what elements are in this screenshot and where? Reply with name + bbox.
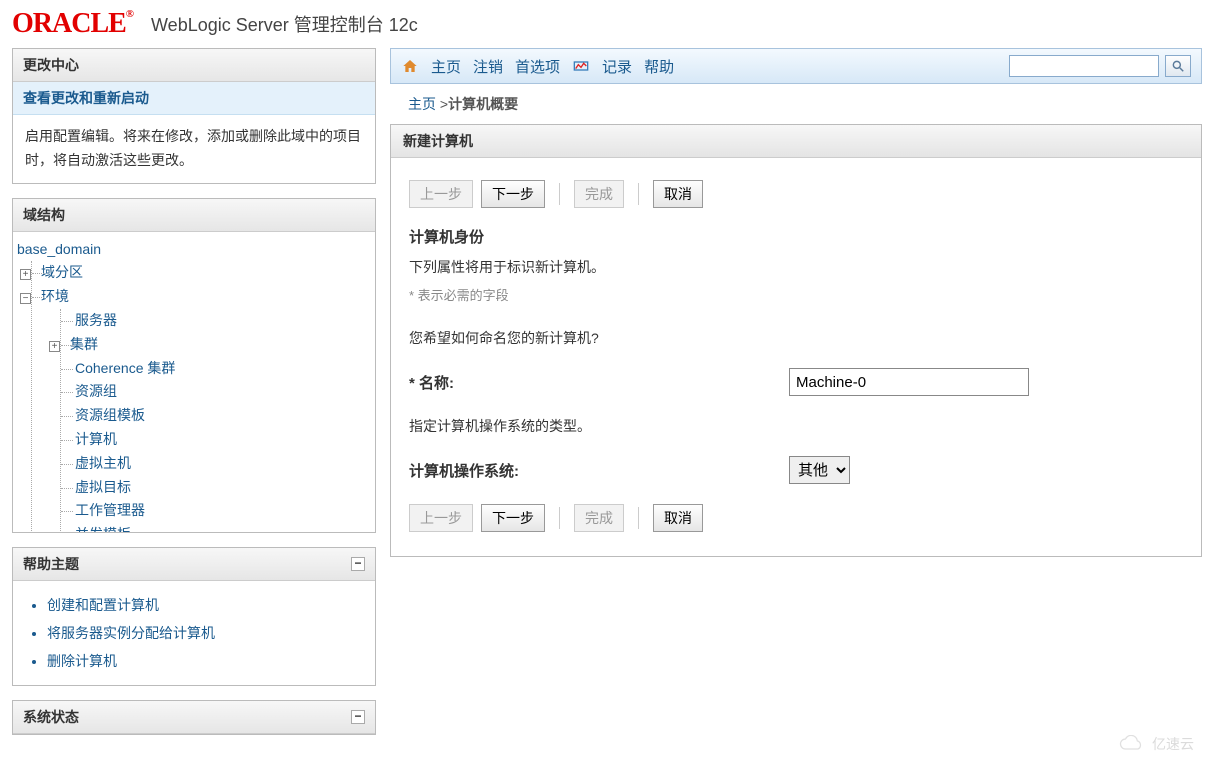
label-name: * 名称: xyxy=(409,372,789,393)
section-title: 计算机身份 xyxy=(409,226,1183,247)
back-button-bottom: 上一步 xyxy=(409,504,473,532)
change-center-desc: 启用配置编辑。将来在修改，添加或删除此域中的项目时，将自动激活这些更改。 xyxy=(13,115,375,183)
help-link[interactable]: 将服务器实例分配给计算机 xyxy=(47,619,363,647)
help-link[interactable]: 创建和配置计算机 xyxy=(47,591,363,619)
content-panel: 新建计算机 上一步 下一步 完成 取消 计算机身份 下列属性将用于标识新计算机。… xyxy=(390,124,1202,557)
help-topics-title: 帮助主题 xyxy=(23,554,79,574)
question-name: 您希望如何命名您的新计算机? xyxy=(409,328,1183,348)
oracle-logo: ORACLE® xyxy=(12,8,133,40)
expand-icon[interactable]: + xyxy=(49,341,60,352)
logout-link[interactable]: 注销 xyxy=(473,56,503,77)
domain-tree-scroll[interactable]: base_domain +域分区 −环境 服务器 +集群 Coherence 集… xyxy=(13,232,375,532)
change-center-title: 更改中心 xyxy=(13,49,375,82)
help-link[interactable]: 帮助 xyxy=(644,56,674,77)
name-input[interactable] xyxy=(789,368,1029,396)
separator xyxy=(559,183,560,205)
next-button[interactable]: 下一步 xyxy=(481,180,545,208)
domain-structure-title: 域结构 xyxy=(13,199,375,232)
cloud-icon xyxy=(1118,735,1148,753)
header-title: WebLogic Server 管理控制台 12c xyxy=(151,11,418,37)
breadcrumb: 主页 >计算机概要 xyxy=(390,84,1202,124)
collapse-icon[interactable]: − xyxy=(20,293,31,304)
question-os: 指定计算机操作系统的类型。 xyxy=(409,416,1183,436)
next-button-bottom[interactable]: 下一步 xyxy=(481,504,545,532)
tree-root[interactable]: base_domain xyxy=(17,241,101,257)
collapse-icon[interactable]: − xyxy=(351,557,365,571)
cancel-button-bottom[interactable]: 取消 xyxy=(653,504,703,532)
tree-item[interactable]: 并发模板 xyxy=(61,523,371,531)
label-os: 计算机操作系统: xyxy=(409,460,789,481)
record-icon xyxy=(572,58,590,74)
tree-item[interactable]: 计算机 xyxy=(61,428,371,452)
separator xyxy=(638,507,639,529)
tree-item-partition[interactable]: +域分区 xyxy=(32,261,371,285)
domain-structure-panel: 域结构 base_domain +域分区 −环境 服务器 +集群 xyxy=(12,198,376,533)
breadcrumb-current: 计算机概要 xyxy=(448,96,518,112)
prefs-link[interactable]: 首选项 xyxy=(515,56,560,77)
tree-item[interactable]: 服务器 xyxy=(61,309,371,333)
section-desc: 下列属性将用于标识新计算机。 xyxy=(409,257,1183,277)
search-icon xyxy=(1171,59,1185,73)
home-link[interactable]: 主页 xyxy=(431,56,461,77)
separator xyxy=(638,183,639,205)
system-status-panel: 系统状态 − xyxy=(12,700,376,735)
change-center-panel: 更改中心 查看更改和重新启动 启用配置编辑。将来在修改，添加或删除此域中的项目时… xyxy=(12,48,376,184)
help-topics-panel: 帮助主题 − 创建和配置计算机 将服务器实例分配给计算机 删除计算机 xyxy=(12,547,376,686)
tree-item[interactable]: 虚拟目标 xyxy=(61,476,371,500)
content-title: 新建计算机 xyxy=(391,125,1201,158)
finish-button-bottom: 完成 xyxy=(574,504,624,532)
expand-icon[interactable]: + xyxy=(20,269,31,280)
record-link[interactable]: 记录 xyxy=(602,56,632,77)
tree-item[interactable]: Coherence 集群 xyxy=(61,357,371,381)
watermark: 亿速云 xyxy=(1118,734,1194,754)
os-select[interactable]: 其他 xyxy=(789,456,850,484)
required-note: * 表示必需的字段 xyxy=(409,285,1183,304)
system-status-title: 系统状态 xyxy=(23,707,79,727)
tree-item[interactable]: 资源组模板 xyxy=(61,404,371,428)
home-icon xyxy=(401,58,419,74)
collapse-icon[interactable]: − xyxy=(351,710,365,724)
search-input[interactable] xyxy=(1009,55,1159,77)
view-changes-link[interactable]: 查看更改和重新启动 xyxy=(13,82,375,115)
search-button[interactable] xyxy=(1165,55,1191,77)
cancel-button[interactable]: 取消 xyxy=(653,180,703,208)
finish-button: 完成 xyxy=(574,180,624,208)
page-header: ORACLE® WebLogic Server 管理控制台 12c xyxy=(0,0,1214,48)
tree-item[interactable]: 资源组 xyxy=(61,380,371,404)
tree-item-env[interactable]: −环境 服务器 +集群 Coherence 集群 资源组 资源组模板 计算机 虚… xyxy=(32,285,371,531)
tree-item[interactable]: 工作管理器 xyxy=(61,499,371,523)
separator xyxy=(559,507,560,529)
back-button: 上一步 xyxy=(409,180,473,208)
top-toolbar: 主页 注销 首选项 记录 帮助 xyxy=(390,48,1202,84)
help-link[interactable]: 删除计算机 xyxy=(47,647,363,675)
tree-item[interactable]: +集群 xyxy=(61,333,371,357)
breadcrumb-home[interactable]: 主页 xyxy=(408,96,436,112)
tree-item[interactable]: 虚拟主机 xyxy=(61,452,371,476)
